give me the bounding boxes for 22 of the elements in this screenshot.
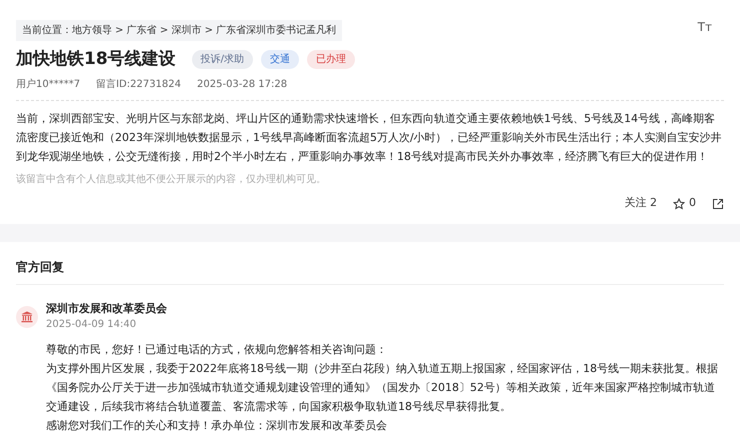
tag: 已办理 xyxy=(307,50,356,69)
section-heading: 官方回复 xyxy=(15,258,65,276)
star-icon[interactable] xyxy=(673,198,685,210)
breadcrumb: 当前位置：地方领导 > 广东省 > 深圳市 > 广东省深圳市委书记孟凡利 xyxy=(16,20,342,41)
font-size-button[interactable]: Tт xyxy=(698,18,712,36)
meta-text: 留言ID:22731824 xyxy=(96,78,182,92)
reply-date: 2025-04-09 14:40 xyxy=(46,318,138,332)
meta-text: 用户10*****7 xyxy=(16,78,80,92)
meta-text: 2025-03-28 17:28 xyxy=(197,78,288,92)
institution-icon xyxy=(16,306,38,328)
privacy-note: 该留言中含有个人信息或其他不便公开展示的内容，仅办理机构可见。 xyxy=(16,172,327,188)
star-count: 0 xyxy=(689,195,696,212)
reply-paragraph: 感谢您对我们工作的关心和支持！承办单位：深圳市发展和改革委员会 xyxy=(46,418,388,432)
message-text: 当前，深圳西部宝安、光明片区与东部龙岗、坪山片区的通勤需求快速增长，但东西向轨道交通主要依赖地铁1号线、5号线及14号线，高峰期客流密度已接近饱和（2023年深圳地铁数据显示，1号线早高峰断面客流超5万人次/小时），已经严重影响关外市民生活出行；本人实测自宝安沙井到龙华观湖坐地铁，公交无缝衔接，用时2个半小时左右，严重影响办事效率！18号线对提高市民关外办事效率，经济腾飞有巨大的促进作用！ xyxy=(16,111,723,166)
reply-paragraph: 尊敬的市民，您好！已通过电话的方式，依规向您解答相关咨询问题： xyxy=(46,342,388,358)
organization-name: 深圳市发展和改革委员会 xyxy=(46,300,167,317)
page-title: 加快地铁18号线建设 xyxy=(16,49,176,70)
follow-count[interactable]: 关注 2 xyxy=(624,195,657,212)
tag: 交通 xyxy=(261,50,300,69)
share-icon[interactable] xyxy=(712,198,724,210)
tag: 投诉/求助 xyxy=(192,50,254,69)
reply-paragraph: 为支撑外围片区发展，我委于2022年底将18号线一期（沙井至白花段）纳入轨道五期上报国家，经国家评估，18号线一期未获批复。根据《国务院办公厅关于进一步加强城市轨道交通规划建设管理的通知》（国发办〔2018〕52号）等相关政策，近年来国家严格控制城市轨道交通建设，后续我市将结合轨道覆盖、客流需求等，向国家积极争取轨道18号线尽早获得批复。 xyxy=(46,361,719,416)
